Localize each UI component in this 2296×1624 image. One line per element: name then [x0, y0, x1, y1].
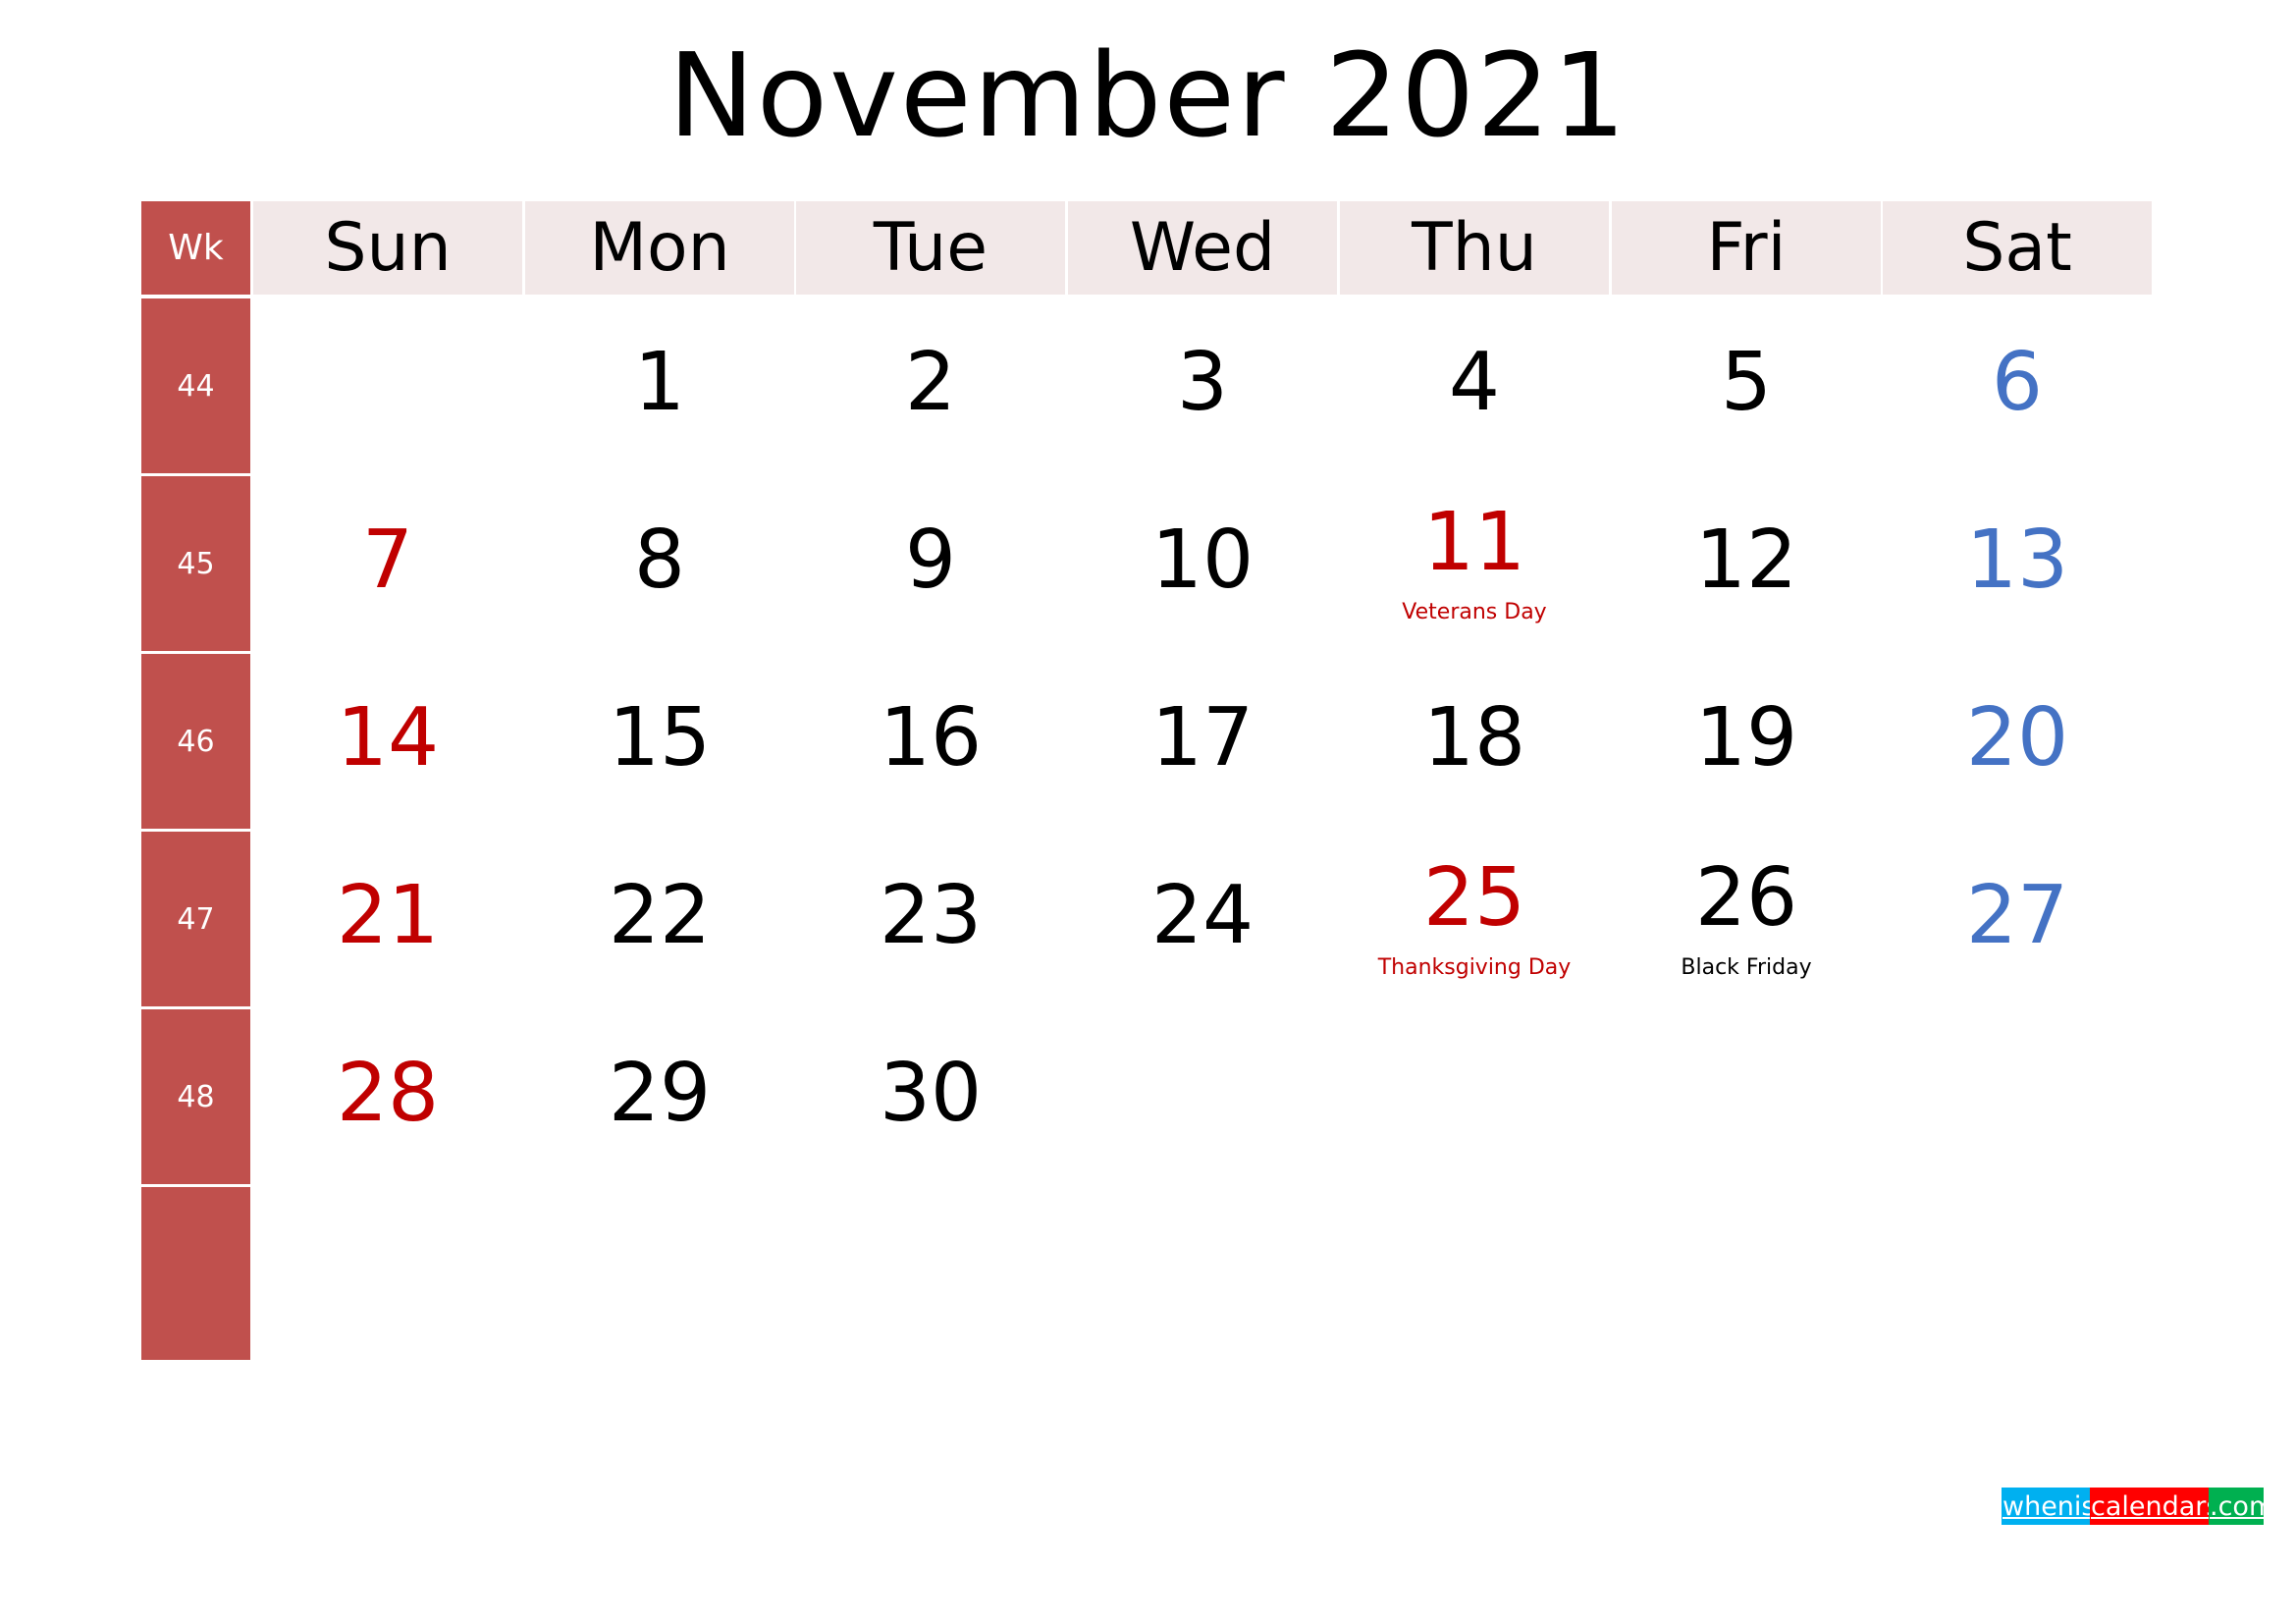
empty-day-cell — [1883, 1009, 2152, 1184]
day-number: 16 — [879, 691, 983, 785]
empty-day-cell — [1068, 1009, 1337, 1184]
day-cell[interactable]: 8 — [525, 476, 794, 651]
day-cell[interactable]: 24 — [1068, 832, 1337, 1006]
day-number: 9 — [904, 514, 957, 607]
day-number: 17 — [1150, 691, 1255, 785]
site-logo[interactable]: whenis calendars .com — [2002, 1488, 2274, 1525]
day-cell[interactable]: 26 Black Friday — [1612, 832, 1881, 1006]
week-number: 45 — [141, 476, 250, 651]
day-number: 19 — [1694, 691, 1798, 785]
day-cell[interactable]: 28 — [253, 1009, 522, 1184]
day-number: 24 — [1150, 869, 1255, 962]
weekday-header-mon: Mon — [525, 201, 794, 295]
day-cell[interactable]: 20 — [1883, 654, 2152, 829]
empty-day-cell — [253, 298, 522, 473]
weekday-header-thu: Thu — [1340, 201, 1609, 295]
day-number: 2 — [904, 336, 957, 429]
day-cell[interactable]: 29 — [525, 1009, 794, 1184]
empty-day-cell — [1612, 1187, 1881, 1362]
day-number: 21 — [336, 869, 440, 962]
day-number: 15 — [608, 691, 712, 785]
day-cell[interactable]: 19 — [1612, 654, 1881, 829]
empty-day-cell — [1340, 1187, 1609, 1362]
week-number — [141, 1187, 250, 1360]
day-number: 5 — [1720, 336, 1773, 429]
calendar-title: November 2021 — [667, 27, 1629, 163]
day-cell[interactable]: 27 — [1883, 832, 2152, 1006]
day-cell[interactable]: 10 — [1068, 476, 1337, 651]
empty-day-cell — [1340, 1009, 1609, 1184]
week-number: 46 — [141, 654, 250, 829]
day-number: 29 — [608, 1047, 712, 1140]
day-number: 3 — [1176, 336, 1229, 429]
day-cell[interactable]: 17 — [1068, 654, 1337, 829]
holiday-label: Veterans Day — [1402, 600, 1547, 624]
empty-day-cell — [525, 1187, 794, 1362]
holiday-label: Black Friday — [1681, 955, 1812, 980]
day-number: 6 — [1991, 336, 2044, 429]
day-number: 10 — [1150, 514, 1255, 607]
weekday-header-tue: Tue — [796, 201, 1065, 295]
weekday-header-sat: Sat — [1883, 201, 2152, 295]
day-cell[interactable]: 3 — [1068, 298, 1337, 473]
day-cell[interactable]: 12 — [1612, 476, 1881, 651]
week-number: 48 — [141, 1009, 250, 1184]
day-number: 8 — [633, 514, 686, 607]
day-number: 12 — [1694, 514, 1798, 607]
day-cell[interactable]: 22 — [525, 832, 794, 1006]
empty-day-cell — [1068, 1187, 1337, 1362]
day-cell[interactable]: 14 — [253, 654, 522, 829]
day-cell[interactable]: 15 — [525, 654, 794, 829]
day-cell[interactable]: 25 Thanksgiving Day — [1340, 832, 1609, 1006]
day-number: 25 — [1422, 851, 1526, 945]
day-cell[interactable]: 11 Veterans Day — [1340, 476, 1609, 651]
empty-day-cell — [1883, 1187, 2152, 1362]
day-number: 1 — [633, 336, 686, 429]
day-number: 13 — [1965, 514, 2069, 607]
weekday-header-fri: Fri — [1612, 201, 1881, 295]
holiday-label: Thanksgiving Day — [1377, 955, 1572, 980]
day-number: 14 — [336, 691, 440, 785]
day-number: 30 — [879, 1047, 983, 1140]
day-cell[interactable]: 4 — [1340, 298, 1609, 473]
day-number: 23 — [879, 869, 983, 962]
day-cell[interactable]: 5 — [1612, 298, 1881, 473]
empty-day-cell — [253, 1187, 522, 1362]
day-number: 22 — [608, 869, 712, 962]
day-cell[interactable]: 16 — [796, 654, 1065, 829]
day-cell[interactable]: 6 — [1883, 298, 2152, 473]
day-number: 20 — [1965, 691, 2069, 785]
logo-part-whenis: whenis — [2002, 1488, 2096, 1525]
week-number: 47 — [141, 832, 250, 1006]
week-number-header: Wk — [141, 201, 250, 295]
logo-part-calendars: calendars — [2090, 1488, 2219, 1525]
day-cell[interactable]: 9 — [796, 476, 1065, 651]
day-number: 4 — [1448, 336, 1501, 429]
empty-day-cell — [1612, 1009, 1881, 1184]
day-number: 26 — [1694, 851, 1798, 945]
day-cell[interactable]: 7 — [253, 476, 522, 651]
empty-day-cell — [796, 1187, 1065, 1362]
day-cell[interactable]: 13 — [1883, 476, 2152, 651]
week-number: 44 — [141, 298, 250, 473]
day-cell[interactable]: 2 — [796, 298, 1065, 473]
logo-part-com: .com — [2209, 1488, 2274, 1525]
day-cell[interactable]: 18 — [1340, 654, 1609, 829]
day-number: 27 — [1965, 869, 2069, 962]
weekday-header-wed: Wed — [1068, 201, 1337, 295]
day-number: 7 — [361, 514, 414, 607]
day-cell[interactable]: 1 — [525, 298, 794, 473]
day-cell[interactable]: 23 — [796, 832, 1065, 1006]
day-number: 18 — [1422, 691, 1526, 785]
day-number: 11 — [1422, 496, 1526, 589]
day-cell[interactable]: 21 — [253, 832, 522, 1006]
day-cell[interactable]: 30 — [796, 1009, 1065, 1184]
day-number: 28 — [336, 1047, 440, 1140]
weekday-header-sun: Sun — [253, 201, 522, 295]
